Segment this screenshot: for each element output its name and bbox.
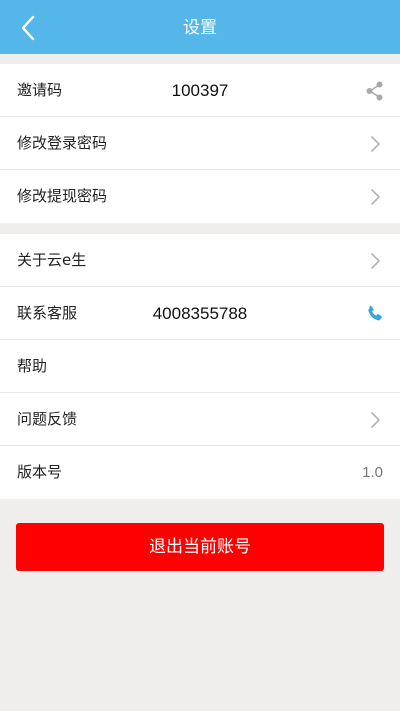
top-navbar: 设置 (0, 0, 400, 54)
help-label: 帮助 (17, 357, 48, 375)
change-withdraw-password-label: 修改提现密码 (17, 187, 108, 205)
change-login-password-row[interactable]: 修改登录密码 (0, 117, 400, 170)
chevron-right-icon (371, 189, 380, 205)
version-value: 1.0 (362, 464, 383, 481)
customer-service-row[interactable]: 联系客服 4008355788 (0, 287, 400, 340)
help-row[interactable]: 帮助 (0, 340, 400, 393)
page-title: 设置 (183, 18, 217, 38)
about-row[interactable]: 关于云e生 (0, 234, 400, 287)
feedback-row[interactable]: 问题反馈 (0, 393, 400, 446)
feedback-label: 问题反馈 (17, 410, 78, 428)
change-withdraw-password-row[interactable]: 修改提现密码 (0, 170, 400, 223)
app-info-group: 关于云e生 联系客服 4008355788 帮助 问题反馈 版本号 1.0 (0, 234, 400, 499)
version-label: 版本号 (17, 463, 63, 481)
logout-button[interactable]: 退出当前账号 (16, 523, 384, 571)
invite-code-row[interactable]: 邀请码 100397 (0, 64, 400, 117)
account-settings-group: 邀请码 100397 修改登录密码 修改提现密码 (0, 64, 400, 223)
version-row: 版本号 1.0 (0, 446, 400, 499)
chevron-right-icon (371, 253, 380, 269)
about-label: 关于云e生 (17, 251, 87, 269)
invite-code-value: 100397 (171, 81, 229, 100)
change-login-password-label: 修改登录密码 (17, 134, 108, 152)
chevron-right-icon (371, 412, 380, 428)
phone-icon[interactable] (364, 303, 386, 325)
share-icon[interactable] (364, 80, 386, 102)
customer-service-phone: 4008355788 (152, 304, 248, 323)
chevron-right-icon (371, 136, 380, 152)
